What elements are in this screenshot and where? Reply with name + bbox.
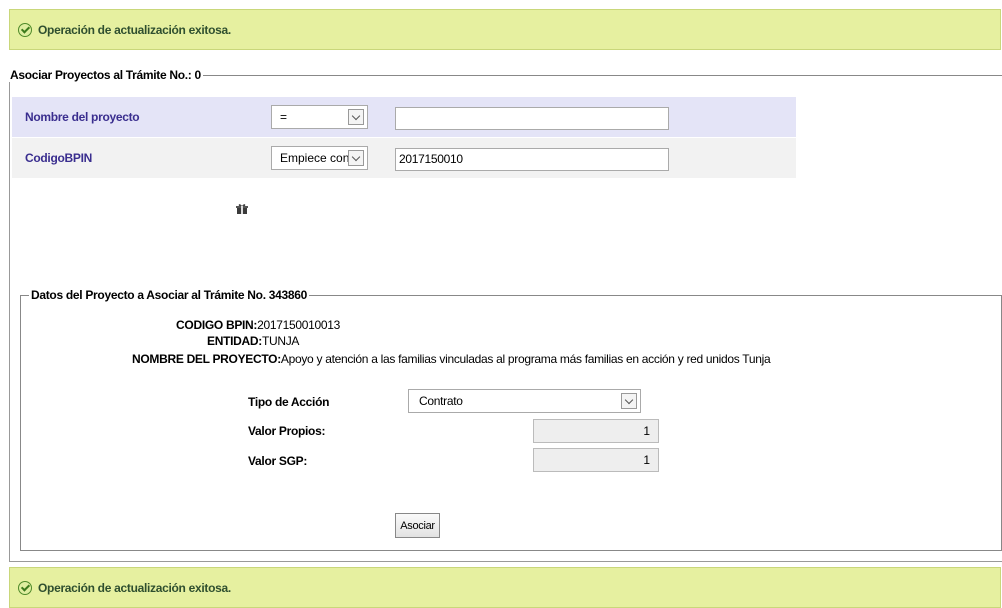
- tipo-accion-value: Contrato: [419, 394, 463, 408]
- codigobpin-label: CodigoBPIN: [25, 151, 92, 165]
- nombre-label: Nombre del proyecto: [25, 110, 140, 124]
- gift-icon[interactable]: [236, 203, 248, 215]
- nombre-operator-select[interactable]: =: [271, 105, 368, 129]
- chevron-down-icon[interactable]: [348, 150, 364, 166]
- nombre-proyecto-label: NOMBRE DEL PROYECTO:: [132, 352, 281, 366]
- search-row-codigobpin: CodigoBPIN Empiece con 2017150010: [12, 138, 796, 178]
- search-row-nombre: Nombre del proyecto =: [12, 97, 796, 137]
- nombre-proyecto-info: NOMBRE DEL PROYECTO:Apoyo y atención a l…: [100, 352, 771, 366]
- codigobpin-operator-select[interactable]: Empiece con: [271, 146, 368, 170]
- detail-legend: Datos del Proyecto a Asociar al Trámite …: [29, 288, 310, 302]
- codigobpin-input[interactable]: 2017150010: [395, 148, 669, 171]
- check-circle-icon: [18, 580, 32, 595]
- nombre-proyecto-value: Apoyo y atención a las familias vinculad…: [280, 352, 771, 366]
- chevron-down-icon[interactable]: [348, 109, 364, 125]
- valor-propios-input[interactable]: 1: [533, 419, 659, 443]
- tipo-accion-select[interactable]: Contrato: [408, 389, 641, 413]
- codigobpin-operator-value: Empiece con: [280, 151, 348, 165]
- success-banner-top: Operación de actualización exitosa.: [9, 9, 1001, 50]
- success-banner-bottom: Operación de actualización exitosa.: [9, 567, 1001, 608]
- outer-border-bottom: [9, 561, 1002, 562]
- asociar-button[interactable]: Asociar: [395, 513, 440, 538]
- valor-sgp-label: Valor SGP:: [248, 454, 308, 468]
- chevron-down-icon[interactable]: [621, 393, 637, 409]
- entidad-label: ENTIDAD:: [207, 334, 262, 348]
- valor-sgp-input[interactable]: 1: [533, 448, 659, 472]
- tipo-accion-label: Tipo de Acción: [248, 395, 330, 409]
- codigo-bpin-label: CODIGO BPIN:: [176, 318, 258, 332]
- check-circle-icon: [18, 22, 32, 37]
- search-legend: Asociar Proyectos al Trámite No.: 0: [8, 68, 203, 82]
- entidad-info: ENTIDAD:TUNJA: [154, 334, 299, 348]
- valor-propios-label: Valor Propios:: [248, 424, 326, 438]
- nombre-operator-value: =: [280, 110, 288, 124]
- success-message: Operación de actualización exitosa.: [38, 22, 231, 37]
- codigo-bpin-info: CODIGO BPIN:2017150010013: [154, 318, 340, 332]
- success-message: Operación de actualización exitosa.: [38, 580, 231, 595]
- entidad-value: TUNJA: [261, 334, 300, 348]
- nombre-input[interactable]: [395, 107, 669, 130]
- codigo-bpin-value: 2017150010013: [257, 318, 340, 332]
